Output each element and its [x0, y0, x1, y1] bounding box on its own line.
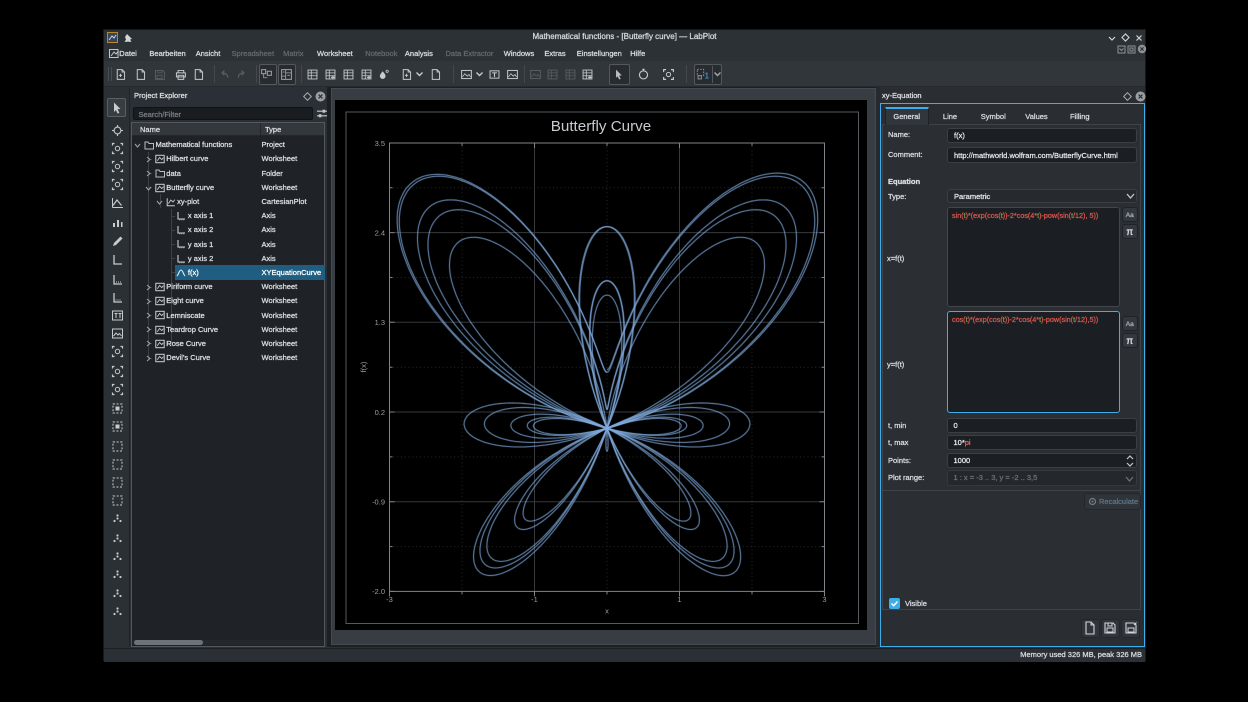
- svg-text:-0.9: -0.9: [372, 497, 385, 506]
- svg-text:x: x: [605, 606, 609, 615]
- svg-text:-3: -3: [386, 595, 393, 604]
- svg-text:Butterfly Curve: Butterfly Curve: [551, 118, 651, 135]
- svg-text:-2.0: -2.0: [372, 587, 385, 596]
- svg-text:1.3: 1.3: [375, 318, 385, 327]
- svg-text:-1: -1: [531, 595, 538, 604]
- svg-text:2.4: 2.4: [375, 228, 385, 237]
- svg-text:1: 1: [677, 595, 681, 604]
- svg-text:f(x): f(x): [359, 361, 368, 372]
- svg-text:3.5: 3.5: [375, 138, 385, 147]
- svg-text:0.2: 0.2: [375, 407, 385, 416]
- svg-text:3: 3: [822, 595, 826, 604]
